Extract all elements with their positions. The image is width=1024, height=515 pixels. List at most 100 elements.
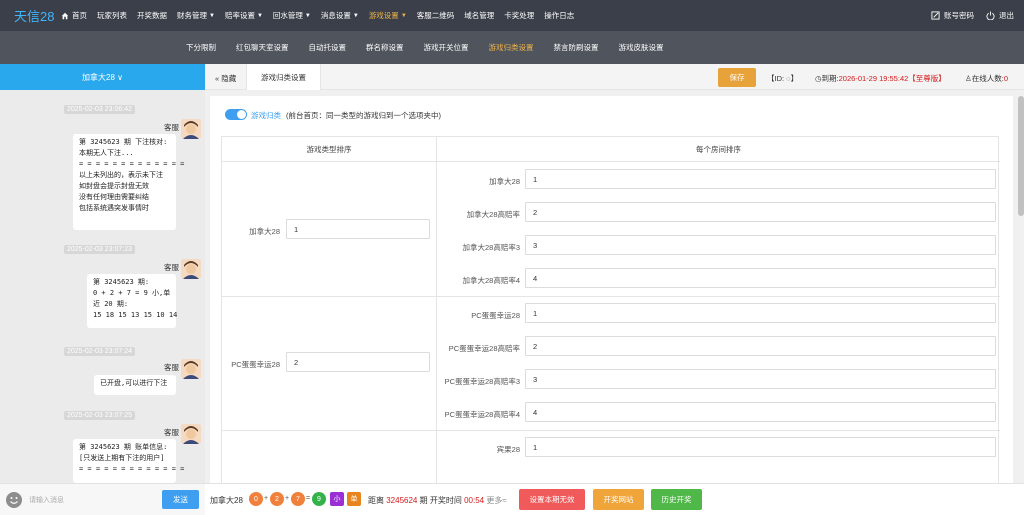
lottery-status-bar: 加拿大28 0 + 2 + 7 = 9 小 单 距离 3245624 期 开奖时… <box>205 483 1024 515</box>
result-ball: 0 <box>249 492 263 506</box>
history-button[interactable]: 历史开奖 <box>651 489 702 510</box>
top-nav-bar: 天信28 首页 玩家列表 开奖数据 财务管理 ▼ 赔率设置 ▼ 回水管理 ▼ 消息设置 ▼ 游戏设置 ▼… <box>0 0 1024 31</box>
online-label: ♙在线人数: <box>965 74 1004 83</box>
countdown-timer: 00:54 <box>464 496 485 505</box>
more-link[interactable]: 更多≈ <box>486 496 506 505</box>
sub-nav: 下分限制 红包聊天室设置 自动托设置 群名称设置 游戏开关位置 游戏归类设置 禁言防刷设置 游… <box>186 31 684 64</box>
nav-item-label: 开奖数据 <box>137 11 167 20</box>
edit-icon <box>931 11 940 20</box>
emoji-icon[interactable] <box>6 492 22 508</box>
nav-item-4[interactable]: 赔率设置 ▼ <box>220 0 268 31</box>
expire-info: ◷到期:2026-01-29 19:55:42【至尊版】 <box>815 73 946 84</box>
subnav-item-3[interactable]: 群名称设置 <box>366 42 404 53</box>
distance-label: 距离 <box>368 496 384 505</box>
tab-game-category[interactable]: 游戏归类设置 <box>246 64 321 90</box>
sub-nav-bar: 下分限制 红包聊天室设置 自动托设置 群名称设置 游戏开关位置 游戏归类设置 禁言防刷设置 游… <box>0 31 1024 64</box>
nav-item-label: 卡奖处理 <box>504 11 535 20</box>
nav-item-2[interactable]: 开奖数据 <box>132 0 172 31</box>
settings-card: 游戏归类 (前台首页：同一类型的游戏归到一个选项夹中) 游戏类型排序 每个房间排… <box>210 96 1013 497</box>
avatar <box>181 424 201 444</box>
room-sort-input[interactable]: 4 <box>525 402 996 422</box>
lottery-site-button[interactable]: 开奖网站 <box>593 489 644 510</box>
caret-down-icon: ▼ <box>256 12 263 19</box>
send-button[interactable]: 发送 <box>162 490 199 509</box>
nav-item-label: 操作日志 <box>544 11 575 20</box>
type-sort-input[interactable]: 2 <box>286 352 430 372</box>
nav-item-11[interactable]: 操作日志 <box>539 0 579 31</box>
online-count: 0 <box>1003 74 1008 83</box>
message-timestamp: 2025-02-03 23:07:23 <box>64 245 135 254</box>
room-label: PC蛋蛋幸运28高赔率4 <box>444 410 520 419</box>
subnav-item-1[interactable]: 红包聊天室设置 <box>236 42 289 53</box>
room-sort-input[interactable]: 1 <box>525 169 996 189</box>
nav-item-1[interactable]: 玩家列表 <box>92 0 132 31</box>
category-toggle-switch[interactable] <box>225 109 247 120</box>
subnav-item-4[interactable]: 游戏开关位置 <box>424 42 469 53</box>
nav-item-7[interactable]: 游戏设置 ▼ <box>364 0 412 31</box>
type-sort-input[interactable]: 1 <box>286 219 430 239</box>
chat-message-bubble: 第 3245623 期: 0 + 2 + 7 = 9 小,单 近 20 期: 1… <box>87 274 177 328</box>
subnav-item-6[interactable]: 禁言防刷设置 <box>554 42 599 53</box>
room-sort-input[interactable]: 3 <box>525 369 996 389</box>
operator: = <box>306 495 311 502</box>
logout-label: 退出 <box>999 11 1014 20</box>
nav-item-10[interactable]: 卡奖处理 <box>499 0 539 31</box>
edition-badge: 【至尊版】 <box>908 74 946 83</box>
nav-item-0[interactable]: 首页 <box>56 0 92 31</box>
room-label: PC蛋蛋幸运28高赔率3 <box>444 377 520 386</box>
app-logo[interactable]: 天信28 <box>0 6 56 25</box>
online-info: ♙在线人数:0 <box>965 73 1008 84</box>
main-nav: 首页 玩家列表 开奖数据 财务管理 ▼ 赔率设置 ▼ 回水管理 ▼ 消息设置 ▼ 游戏设置 ▼ 客服二维码… <box>56 0 579 31</box>
subnav-item-2[interactable]: 自动托设置 <box>309 42 347 53</box>
current-game: 加拿大28 <box>210 496 243 505</box>
toggle-label: 游戏归类 <box>251 111 281 120</box>
room-sort-input[interactable]: 2 <box>525 202 996 222</box>
game-selector[interactable]: 加拿大28 ∨ <box>0 64 205 90</box>
room-sort-input[interactable]: 3 <box>525 235 996 255</box>
save-button[interactable]: 保存 <box>718 68 756 87</box>
room-sort-input[interactable]: 2 <box>525 336 996 356</box>
chat-input-area: 请输入消息 发送 <box>0 483 205 515</box>
account-password-link[interactable]: 账号密码 <box>931 10 974 21</box>
nav-item-label: 赔率设置 <box>224 11 255 20</box>
message-timestamp: 2025-02-03 23:06:42 <box>64 105 135 114</box>
avatar <box>181 359 201 379</box>
void-period-button[interactable]: 设置本期无效 <box>519 489 585 510</box>
sort-table: 游戏类型排序 每个房间排序 加拿大28 1 加拿大28 1 加拿大28高赔率 2… <box>221 136 1000 497</box>
scrollbar-thumb[interactable] <box>1018 96 1024 216</box>
nav-item-3[interactable]: 财务管理 ▼ <box>172 0 220 31</box>
subnav-item-7[interactable]: 游戏皮肤设置 <box>619 42 664 53</box>
logout-link[interactable]: 退出 <box>986 10 1014 21</box>
nav-item-8[interactable]: 客服二维码 <box>412 0 460 31</box>
message-input[interactable]: 请输入消息 <box>29 495 64 505</box>
room-sort-input[interactable]: 4 <box>525 268 996 288</box>
top-right-actions: 账号密码 退出 <box>919 0 1014 31</box>
expire-label: ◷到期: <box>815 74 839 83</box>
nav-item-6[interactable]: 消息设置 ▼ <box>316 0 364 31</box>
chat-panel: 2025-02-03 23:06:42 客服 第 3245623 期 下注核对:… <box>0 90 205 483</box>
operator: + <box>285 495 290 502</box>
type-label: 加拿大28 <box>249 227 280 236</box>
nav-item-label: 财务管理 <box>177 11 207 20</box>
subnav-item-0[interactable]: 下分限制 <box>186 42 216 53</box>
room-sort-input[interactable]: 1 <box>525 303 996 323</box>
type-label: PC蛋蛋幸运28 <box>231 360 280 369</box>
message-timestamp: 2025-02-03 23:07:25 <box>64 411 135 420</box>
vertical-scrollbar[interactable] <box>1018 90 1024 483</box>
nav-item-5[interactable]: 回水管理 ▼ <box>268 0 316 31</box>
chat-message-bubble: 第 3245623 期 账单信息: [只发送上期有下注的用户] = = = = … <box>73 439 184 483</box>
period-number: 3245624 <box>386 496 418 505</box>
nav-item-label: 消息设置 <box>320 11 351 20</box>
result-ball: 2 <box>270 492 284 506</box>
nav-item-9[interactable]: 域名管理 <box>459 0 499 31</box>
power-icon <box>986 11 995 20</box>
room-label: 加拿大28高赔率3 <box>462 243 520 252</box>
nav-item-label: 域名管理 <box>464 11 495 20</box>
id-info: 【ID: ◌】 <box>767 74 799 83</box>
caret-down-icon: ▼ <box>304 12 311 19</box>
room-sort-input[interactable]: 1 <box>525 437 996 457</box>
subnav-item-5[interactable]: 游戏归类设置 <box>489 42 534 53</box>
hide-sidebar-button[interactable]: « 隐藏 <box>215 73 236 84</box>
open-time-label: 期 开奖时间 <box>419 496 462 505</box>
toggle-description: (前台首页：同一类型的游戏归到一个选项夹中) <box>286 111 441 120</box>
